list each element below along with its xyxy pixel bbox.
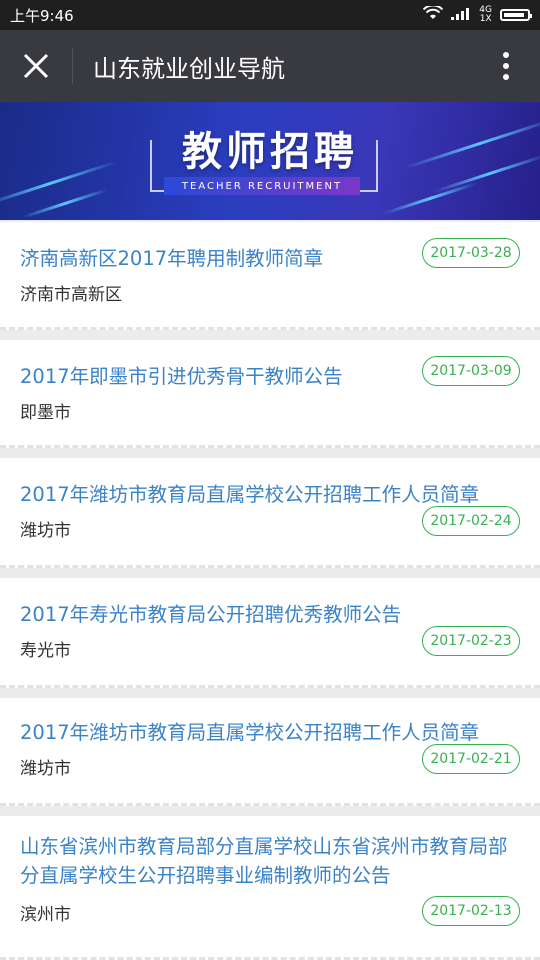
wifi-icon: [423, 4, 444, 24]
signal-icon: [451, 6, 471, 24]
more-vertical-icon: [503, 52, 509, 80]
item-title[interactable]: 济南高新区2017年聘用制教师简章: [20, 242, 323, 271]
item-location: 滨州市: [20, 905, 71, 925]
item-location: 济南市高新区: [20, 285, 122, 305]
banner-title: 教师招聘: [182, 129, 358, 175]
status-time: 上午9:46: [10, 6, 74, 25]
date-badge: 2017-02-13: [422, 896, 520, 926]
network-type: 4G 1X: [479, 5, 492, 24]
list-item[interactable]: 2017年寿光市教育局公开招聘优秀教师公告 2017-02-23 寿光市: [0, 578, 540, 688]
more-button[interactable]: [472, 30, 540, 102]
list-item[interactable]: 2017年潍坊市教育局直属学校公开招聘工作人员简章 2017-02-21 潍坊市: [0, 698, 540, 806]
item-location: 即墨市: [20, 403, 71, 423]
close-icon: [23, 53, 49, 79]
list-item[interactable]: 2017年潍坊市教育局直属学校公开招聘工作人员简章 2017-02-24 潍坊市: [0, 458, 540, 568]
item-title[interactable]: 2017年即墨市引进优秀骨干教师公告: [20, 360, 343, 389]
status-icons: 4G 1X: [423, 4, 532, 24]
item-title[interactable]: 2017年潍坊市教育局直属学校公开招聘工作人员简章: [20, 716, 479, 745]
banner-subtitle: TEACHER RECRUITMENT: [164, 177, 360, 195]
date-badge: 2017-02-23: [422, 626, 520, 656]
item-title[interactable]: 2017年潍坊市教育局直属学校公开招聘工作人员简章: [20, 478, 479, 507]
date-badge: 2017-03-28: [422, 238, 520, 268]
item-location: 寿光市: [20, 641, 71, 661]
page-title: 山东就业创业导航: [93, 54, 285, 83]
status-bar: 上午9:46 4G 1X: [0, 0, 540, 30]
battery-icon: [500, 9, 532, 21]
item-location: 潍坊市: [20, 521, 71, 541]
list-item[interactable]: 济南高新区2017年聘用制教师简章 2017-03-28 济南市高新区: [0, 222, 540, 330]
date-badge: 2017-03-09: [422, 356, 520, 386]
date-badge: 2017-02-21: [422, 744, 520, 774]
list-item[interactable]: 山东省滨州市教育局部分直属学校山东省滨州市教育局部分直属学校生公开招聘事业编制教…: [0, 816, 540, 960]
item-title[interactable]: 山东省滨州市教育局部分直属学校山东省滨州市教育局部分直属学校生公开招聘事业编制教…: [20, 832, 518, 890]
item-title[interactable]: 2017年寿光市教育局公开招聘优秀教师公告: [20, 598, 401, 627]
item-location: 潍坊市: [20, 759, 71, 779]
banner: 教师招聘: [0, 102, 540, 220]
close-button[interactable]: [0, 30, 72, 102]
list-item[interactable]: 2017年即墨市引进优秀骨干教师公告 2017-03-09 即墨市: [0, 340, 540, 448]
nav-bar: 山东就业创业导航: [0, 30, 540, 102]
date-badge: 2017-02-24: [422, 506, 520, 536]
